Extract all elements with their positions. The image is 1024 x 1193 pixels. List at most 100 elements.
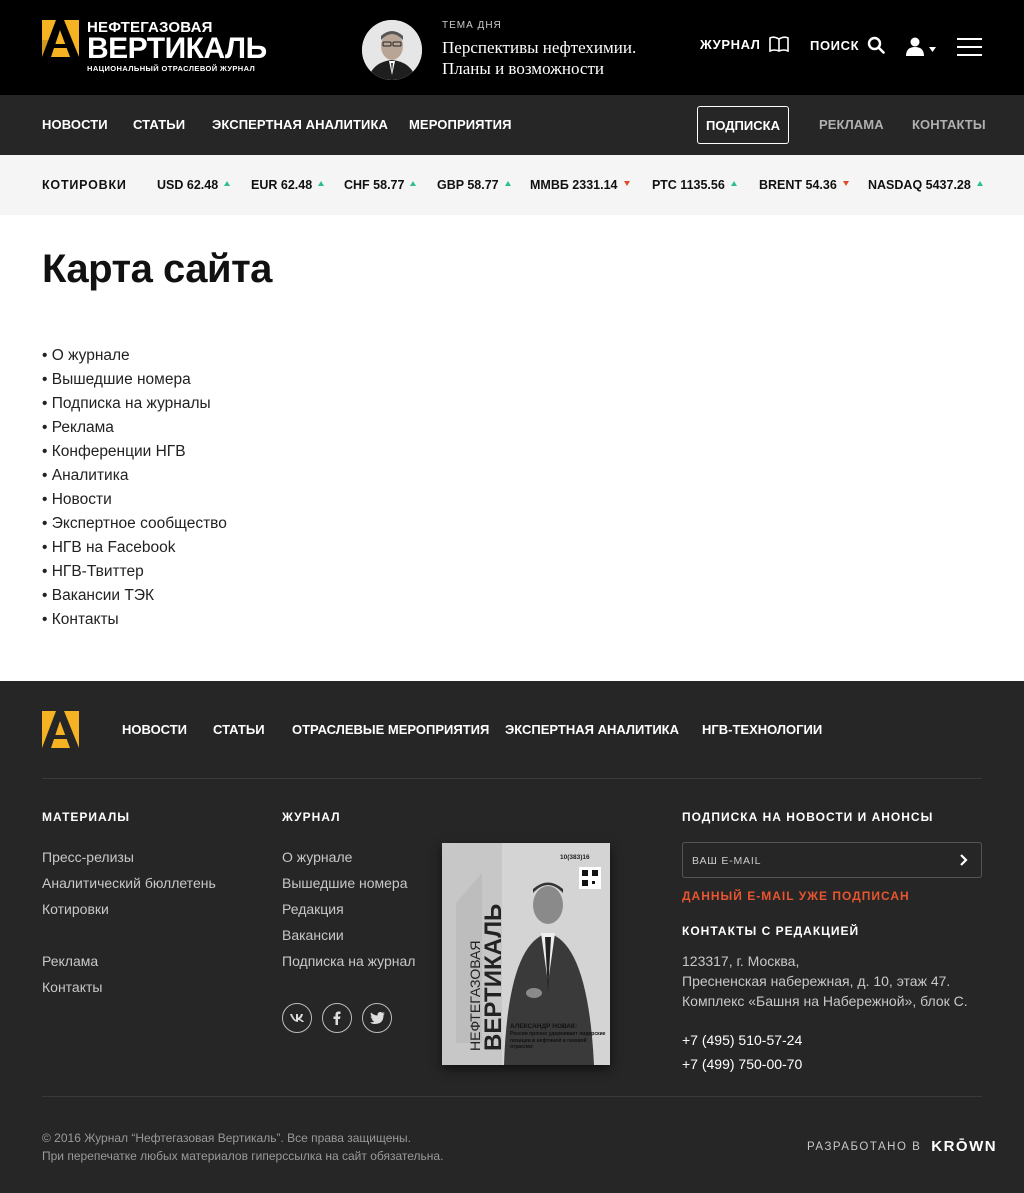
chevron-right-icon[interactable] [959,853,969,872]
materials-heading: МАТЕРИАЛЫ [42,810,131,824]
nav-contacts[interactable]: КОНТАКТЫ [912,117,986,132]
hamburger-menu-icon[interactable] [957,38,982,62]
nav-articles[interactable]: СТАТЬИ [133,117,185,132]
page-title: Карта сайта [42,247,272,291]
quote-item: ММВБ 2331.14 [530,178,630,192]
arrow-down-icon [842,181,849,187]
search-icon [867,36,885,54]
logo-subtitle: НАЦИОНАЛЬНЫЙ ОТРАСЛЕВОЙ ЖУРНАЛ [87,64,256,73]
sitemap-link-expert-community[interactable]: Экспертное сообщество [42,512,227,536]
sitemap-link-issues[interactable]: Вышедшие номера [42,368,227,392]
logo-main-text: ВЕРТИКАЛЬ [87,32,267,65]
book-icon [768,36,789,52]
footer-link-editorial[interactable]: Редакция [282,901,344,917]
magazine-title: НЕФТЕГАЗОВАЯ ВЕРТИКАЛЬ [467,904,507,1051]
topic-author-photo [362,20,422,80]
twitter-icon[interactable] [362,1003,392,1033]
magazine-cover[interactable]: 10(383)16 НЕФТЕГАЗОВАЯ ВЕРТИКАЛЬ АЛЕКСАН… [442,843,610,1065]
footer-link-bulletin[interactable]: Аналитический бюллетень [42,875,216,891]
quotes-label: КОТИРОВКИ [42,178,127,192]
topic-title[interactable]: Перспективы нефтехимии. Планы и возможно… [442,37,636,79]
email-subscribe-form [682,842,982,878]
journal-heading: ЖУРНАЛ [282,810,341,824]
nav-advertising[interactable]: РЕКЛАМА [819,117,884,132]
copyright: © 2016 Журнал “Нефтегазовая Вертикаль”. … [42,1131,444,1163]
editorial-address: 123317, г. Москва, Пресненская набережна… [682,953,968,1009]
quote-item: BRENT 54.36 [759,178,849,192]
footer-link-contacts[interactable]: Контакты [42,979,102,995]
search-link[interactable]: ПОИСК [810,36,885,54]
sitemap-list: О журнале Вышедшие номера Подписка на жу… [42,344,227,632]
phone-link-2[interactable]: +7 (499) 750-00-70 [682,1056,802,1072]
magazine-headline: АЛЕКСАНДР НОВАК: Россия прочно удерживае… [510,1023,606,1050]
subscribe-heading: ПОДПИСКА НА НОВОСТИ И АНОНСЫ [682,810,934,824]
footer-link-vacancies[interactable]: Вакансии [282,927,344,943]
footer-nav-news[interactable]: НОВОСТИ [122,722,187,737]
subscribe-button[interactable]: ПОДПИСКА [697,106,789,144]
arrow-up-icon [224,181,231,187]
sitemap-link-advertising[interactable]: Реклама [42,416,227,440]
footer-divider [42,778,982,779]
footer-link-press-releases[interactable]: Пресс-релизы [42,849,134,865]
sitemap-link-contacts[interactable]: Контакты [42,608,227,632]
quote-item: EUR 62.48 [251,178,325,192]
sitemap-link-subscription[interactable]: Подписка на журналы [42,392,227,416]
developer-logo: KRŌWN [931,1138,998,1155]
arrow-up-icon [410,181,417,187]
footer-link-subscribe[interactable]: Подписка на журнал [282,953,415,969]
quote-item: РТС 1135.56 [652,178,737,192]
magazine-issue-number: 10(383)16 [560,854,590,861]
quotes-bar: КОТИРОВКИ USD 62.48 EUR 62.48 CHF 58.77 … [0,155,1024,215]
nav-news[interactable]: НОВОСТИ [42,117,108,132]
arrow-down-icon [623,181,630,187]
quote-item: CHF 58.77 [344,178,417,192]
developed-by-label: РАЗРАБОТАНО В [807,1140,922,1153]
phone-link-1[interactable]: +7 (495) 510-57-24 [682,1032,802,1048]
nav-events[interactable]: МЕРОПРИЯТИЯ [409,117,512,132]
footer-logo-icon[interactable] [42,711,79,748]
journal-link[interactable]: ЖУРНАЛ [700,36,789,52]
social-links [282,1003,402,1033]
topic-of-day[interactable]: ТЕМА ДНЯ Перспективы нефтехимии. Планы и… [362,20,636,80]
user-icon [906,37,924,61]
site-footer: НОВОСТИ СТАТЬИ ОТРАСЛЕВЫЕ МЕРОПРИЯТИЯ ЭК… [0,681,1024,1193]
journal-label: ЖУРНАЛ [700,36,761,52]
footer-nav-articles[interactable]: СТАТЬИ [213,722,265,737]
topic-label: ТЕМА ДНЯ [442,20,502,31]
footer-link-advertising[interactable]: Реклама [42,953,98,969]
arrow-up-icon [504,181,511,187]
sitemap-link-about[interactable]: О журнале [42,344,227,368]
sitemap-link-analytics[interactable]: Аналитика [42,464,227,488]
topic-title-line2: Планы и возможности [442,59,604,78]
sitemap-link-news[interactable]: Новости [42,488,227,512]
chevron-down-icon [929,46,936,52]
sitemap-link-conferences[interactable]: Конференции НГВ [42,440,227,464]
quote-item: USD 62.48 [157,178,231,192]
footer-nav-expert-analytics[interactable]: ЭКСПЕРТНАЯ АНАЛИТИКА [505,722,679,737]
footer-link-quotes[interactable]: Котировки [42,901,109,917]
sitemap-link-twitter[interactable]: НГВ-Твиттер [42,560,227,584]
quote-item: NASDAQ 5437.28 [868,178,983,192]
site-header: НЕФТЕГАЗОВАЯ ВЕРТИКАЛЬ НАЦИОНАЛЬНЫЙ ОТРА… [0,0,1024,95]
footer-nav-technologies[interactable]: НГВ-ТЕХНОЛОГИИ [702,722,822,737]
facebook-icon[interactable] [322,1003,352,1033]
vk-icon[interactable] [282,1003,312,1033]
developer-credit[interactable]: РАЗРАБОТАНО В KRŌWN [807,1138,997,1155]
nav-expert-analytics[interactable]: ЭКСПЕРТНАЯ АНАЛИТИКА [212,117,388,132]
sitemap-link-facebook[interactable]: НГВ на Facebook [42,536,227,560]
main-navigation: НОВОСТИ СТАТЬИ ЭКСПЕРТНАЯ АНАЛИТИКА МЕРО… [0,95,1024,155]
search-label: ПОИСК [810,37,860,53]
footer-nav-industry-events[interactable]: ОТРАСЛЕВЫЕ МЕРОПРИЯТИЯ [292,722,489,737]
footer-link-about[interactable]: О журнале [282,849,352,865]
email-input[interactable] [692,852,932,870]
site-logo[interactable]: НЕФТЕГАЗОВАЯ ВЕРТИКАЛЬ НАЦИОНАЛЬНЫЙ ОТРА… [42,20,267,74]
topic-title-line1: Перспективы нефтехимии. [442,38,637,57]
arrow-up-icon [730,181,737,187]
sitemap-link-vacancies[interactable]: Вакансии ТЭК [42,584,227,608]
footer-divider-bottom [42,1096,982,1097]
arrow-up-icon [318,181,325,187]
logo-mark-icon [42,20,79,57]
footer-link-issues[interactable]: Вышедшие номера [282,875,408,891]
email-error-message: ДАННЫЙ E-MAIL УЖЕ ПОДПИСАН [682,889,910,903]
user-menu[interactable] [906,37,936,61]
